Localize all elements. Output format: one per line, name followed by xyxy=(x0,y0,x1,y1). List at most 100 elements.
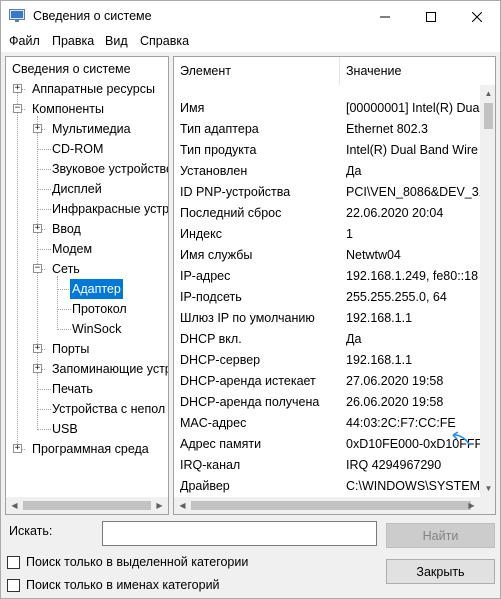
menu-view[interactable]: Вид xyxy=(105,34,128,48)
table-row[interactable]: DHCP вкл. Да xyxy=(174,329,480,350)
category-tree[interactable]: Сведения о системе + Аппаратные ресурсы − Ко… xyxy=(5,56,169,515)
tree-item[interactable]: − Сеть xyxy=(6,259,168,279)
minimize-button[interactable] xyxy=(362,1,408,32)
collapse-icon[interactable]: − xyxy=(13,104,22,113)
maximize-button[interactable] xyxy=(408,1,454,32)
tree-item[interactable]: Дисплей xyxy=(6,179,168,199)
tree-item[interactable]: Сведения о системе xyxy=(6,59,168,79)
column-header-element[interactable]: Элемент xyxy=(174,57,340,85)
column-header-value[interactable]: Значение xyxy=(340,57,480,85)
search-selected-category-checkbox[interactable] xyxy=(7,555,20,569)
table-row[interactable]: Последний сброс 22.06.2020 20:04 xyxy=(174,203,480,224)
close-dialog-button[interactable]: Закрыть xyxy=(386,559,495,584)
table-row[interactable]: Установлен Да xyxy=(174,161,480,182)
search-label: Искать: xyxy=(9,524,53,538)
tree-item[interactable]: Устройства с непол xyxy=(6,399,168,419)
tree-scroll-thumb[interactable] xyxy=(23,501,151,510)
tree-item[interactable]: USB xyxy=(6,419,168,439)
cell-value: Intel(R) Dual Band Wire xyxy=(346,143,478,157)
table-row[interactable]: Шлюз IP по умолчанию 192.168.1.1 xyxy=(174,308,480,329)
details-horizontal-scrollbar[interactable]: ◀ ▶ xyxy=(174,497,480,514)
search-input[interactable] xyxy=(102,521,377,546)
tree-item[interactable]: + Запоминающие устр xyxy=(6,359,168,379)
cell-element: IP-подсеть xyxy=(180,290,242,304)
tree-item[interactable]: CD-ROM xyxy=(6,139,168,159)
scroll-right-arrow-icon[interactable]: ▶ xyxy=(463,497,480,514)
table-row[interactable]: Тип продукта Intel(R) Dual Band Wire xyxy=(174,140,480,161)
expand-icon[interactable]: + xyxy=(33,364,42,373)
tree-item[interactable]: + Мультимедиа xyxy=(6,119,168,139)
expand-icon[interactable]: + xyxy=(33,344,42,353)
scroll-right-arrow-icon[interactable]: ▶ xyxy=(151,497,168,514)
cell-value: 192.168.1.249, fe80::18 xyxy=(346,269,479,283)
collapse-icon[interactable]: − xyxy=(33,264,42,273)
tree-item[interactable]: Адаптер xyxy=(6,279,168,299)
table-row[interactable]: IP-адрес 192.168.1.249, fe80::18 xyxy=(174,266,480,287)
table-row[interactable]: DHCP-аренда получена 26.06.2020 19:58 xyxy=(174,392,480,413)
cell-element: Индекс xyxy=(180,227,222,241)
expand-icon[interactable]: + xyxy=(33,224,42,233)
expand-icon[interactable]: + xyxy=(13,84,22,93)
table-row[interactable]: ID PNP-устройства PCI\VEN_8086&DEV_31 xyxy=(174,182,480,203)
table-row[interactable]: IRQ-канал IRQ 4294967290 xyxy=(174,455,480,476)
search-category-names-checkbox[interactable] xyxy=(7,578,20,592)
close-button[interactable] xyxy=(454,1,500,32)
table-row[interactable]: DHCP-сервер 192.168.1.1 xyxy=(174,350,480,371)
tree-item-label: Протокол xyxy=(72,302,127,316)
cell-element: Последний сброс xyxy=(180,206,282,220)
tree-item[interactable]: WinSock xyxy=(6,319,168,339)
details-vertical-scrollbar[interactable]: ▲ ▼ xyxy=(480,85,495,499)
table-row[interactable]: Тип адаптера Ethernet 802.3 xyxy=(174,119,480,140)
cell-element: Тип адаптера xyxy=(180,122,259,136)
menu-help[interactable]: Справка xyxy=(140,34,189,48)
scroll-down-arrow-icon[interactable]: ▼ xyxy=(480,480,495,497)
tree-item[interactable]: Инфракрасные устр xyxy=(6,199,168,219)
table-row[interactable]: Адрес памяти 0xD10FE000-0xD10FFFF xyxy=(174,434,480,455)
scroll-up-arrow-icon[interactable]: ▲ xyxy=(480,85,495,102)
cell-value: Netwtw04 xyxy=(346,248,401,262)
table-row[interactable]: MAC-адрес 44:03:2C:F7:CC:FE xyxy=(174,413,480,434)
details-vscroll-thumb[interactable] xyxy=(484,103,493,129)
tree-item[interactable]: − Компоненты xyxy=(6,99,168,119)
menu-file[interactable]: Файл xyxy=(9,34,40,48)
tree-item-label: Адаптер xyxy=(70,279,123,299)
cell-element: DHCP-аренда получена xyxy=(180,395,320,409)
table-row[interactable]: Имя [00000001] Intel(R) Dual xyxy=(174,98,480,119)
cell-value: Да xyxy=(346,164,362,178)
details-list[interactable]: Элемент Значение Имя [00000001] Intel(R) … xyxy=(173,56,496,515)
tree-item[interactable]: Звуковое устройстве xyxy=(6,159,168,179)
table-row[interactable]: Индекс 1 xyxy=(174,224,480,245)
search-category-names-checkbox-row[interactable]: Поиск только в именах категорий xyxy=(7,577,220,593)
table-row[interactable]: DHCP-аренда истекает 27.06.2020 19:58 xyxy=(174,371,480,392)
scroll-left-arrow-icon[interactable]: ◀ xyxy=(174,497,191,514)
expand-icon[interactable]: + xyxy=(13,444,22,453)
tree-item[interactable]: + Порты xyxy=(6,339,168,359)
tree-item[interactable]: + Программная среда xyxy=(6,439,168,459)
cell-value: 255.255.255.0, 64 xyxy=(346,290,447,304)
cell-element: Тип продукта xyxy=(180,143,257,157)
annotation-arrow-icon xyxy=(452,431,471,446)
tree-item[interactable]: + Аппаратные ресурсы xyxy=(6,79,168,99)
expand-icon[interactable]: + xyxy=(33,124,42,133)
tree-item[interactable]: + Ввод xyxy=(6,219,168,239)
cell-element: DHCP вкл. xyxy=(180,332,242,346)
tree-item[interactable]: Модем xyxy=(6,239,168,259)
tree-item-label: Мультимедиа xyxy=(52,122,131,136)
menu-edit[interactable]: Правка xyxy=(52,34,94,48)
table-row[interactable]: IP-подсеть 255.255.255.0, 64 xyxy=(174,287,480,308)
scroll-left-arrow-icon[interactable]: ◀ xyxy=(6,497,23,514)
tree-item-label: Сведения о системе xyxy=(12,62,131,76)
cell-value: 27.06.2020 19:58 xyxy=(346,374,444,388)
cell-value: 192.168.1.1 xyxy=(346,311,413,325)
tree-item-label: Звуковое устройстве xyxy=(52,162,169,176)
details-hscroll-thumb[interactable] xyxy=(191,501,471,510)
table-row[interactable]: Имя службы Netwtw04 xyxy=(174,245,480,266)
tree-item-label: Программная среда xyxy=(32,442,149,456)
tree-item[interactable]: Протокол xyxy=(6,299,168,319)
system-info-app-icon xyxy=(9,9,25,23)
find-button[interactable]: Найти xyxy=(386,523,495,548)
search-selected-category-checkbox-row[interactable]: Поиск только в выделенной категории xyxy=(7,554,248,570)
table-row[interactable]: Драйвер C:\WINDOWS\SYSTEM3 xyxy=(174,476,480,497)
tree-horizontal-scrollbar[interactable]: ◀ ▶ xyxy=(6,497,168,514)
tree-item[interactable]: Печать xyxy=(6,379,168,399)
